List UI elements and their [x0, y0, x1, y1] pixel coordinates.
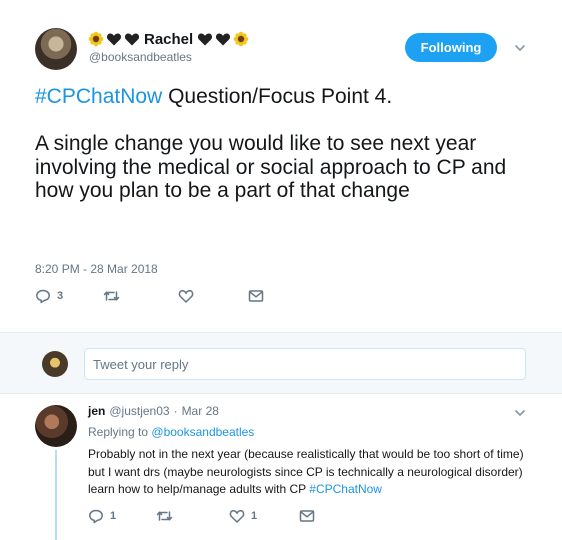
black-heart-icon — [124, 33, 140, 46]
replying-to: Replying to @booksandbeatles — [88, 425, 254, 439]
reply-count: 1 — [110, 510, 117, 522]
author-avatar[interactable] — [35, 28, 77, 70]
tweet-body: A single change you would like to see ne… — [35, 132, 507, 202]
like-count: 1 — [251, 510, 258, 522]
reply-body: Probably not in the next year (because r… — [88, 447, 524, 496]
reply-icon — [36, 289, 50, 304]
reply-action[interactable]: 3 — [35, 288, 103, 304]
tweet-text: #CPChatNow Question/Focus Point 4. A sin… — [35, 85, 535, 203]
reply-separator: · — [173, 404, 178, 418]
chevron-down-icon[interactable] — [514, 44, 526, 52]
black-heart-icon — [198, 33, 213, 46]
thread-line — [55, 450, 57, 540]
author-display-name[interactable]: Rachel — [144, 31, 193, 48]
retweet-icon — [103, 291, 120, 301]
reply-input[interactable]: Tweet your reply — [84, 348, 526, 380]
current-user-avatar — [42, 351, 68, 377]
retweet-icon — [156, 511, 173, 521]
replying-to-label: Replying to — [88, 425, 149, 439]
reply-icon — [89, 509, 103, 524]
reply-text: Probably not in the next year (because r… — [88, 446, 528, 499]
reply-header: jen @justjen03 · Mar 28 — [88, 404, 219, 418]
reply-author-handle[interactable]: @justjen03 — [109, 404, 169, 418]
section-divider — [0, 393, 562, 394]
reply-hashtag-link[interactable]: #CPChatNow — [309, 482, 382, 496]
author-handle[interactable]: @booksandbeatles — [89, 50, 192, 64]
like-action[interactable] — [178, 288, 248, 304]
like-icon — [229, 510, 245, 523]
like-icon — [178, 290, 194, 303]
dm-action[interactable] — [248, 289, 264, 303]
sunflower-icon — [233, 31, 249, 47]
reply-count: 3 — [57, 290, 64, 302]
replying-to-handle-link[interactable]: @booksandbeatles — [151, 425, 254, 439]
dm-action[interactable] — [299, 509, 315, 523]
tweet-text-line1: Question/Focus Point 4. — [162, 85, 393, 108]
author-name-row[interactable]: Rachel — [88, 28, 249, 50]
dm-icon — [248, 290, 264, 302]
sunflower-icon — [88, 31, 104, 47]
reply-action[interactable]: 1 — [88, 508, 156, 524]
following-button[interactable]: Following — [405, 33, 497, 62]
tweet-actions: 3 — [35, 288, 264, 304]
black-heart-icon — [106, 33, 122, 46]
black-heart-icon — [216, 33, 231, 46]
like-action[interactable]: 1 — [229, 508, 299, 524]
chevron-down-icon[interactable] — [514, 409, 526, 417]
reply-date[interactable]: Mar 28 — [182, 404, 219, 418]
tweet-timestamp[interactable]: 8:20 PM - 28 Mar 2018 — [35, 262, 158, 276]
retweet-action[interactable] — [103, 288, 178, 304]
reply-actions: 1 1 — [88, 508, 315, 524]
dm-icon — [299, 510, 315, 522]
reply-author-name[interactable]: jen — [88, 404, 105, 418]
tweet-hashtag-link[interactable]: #CPChatNow — [35, 85, 162, 108]
retweet-action[interactable] — [156, 508, 229, 524]
reply-author-avatar[interactable] — [35, 405, 77, 447]
